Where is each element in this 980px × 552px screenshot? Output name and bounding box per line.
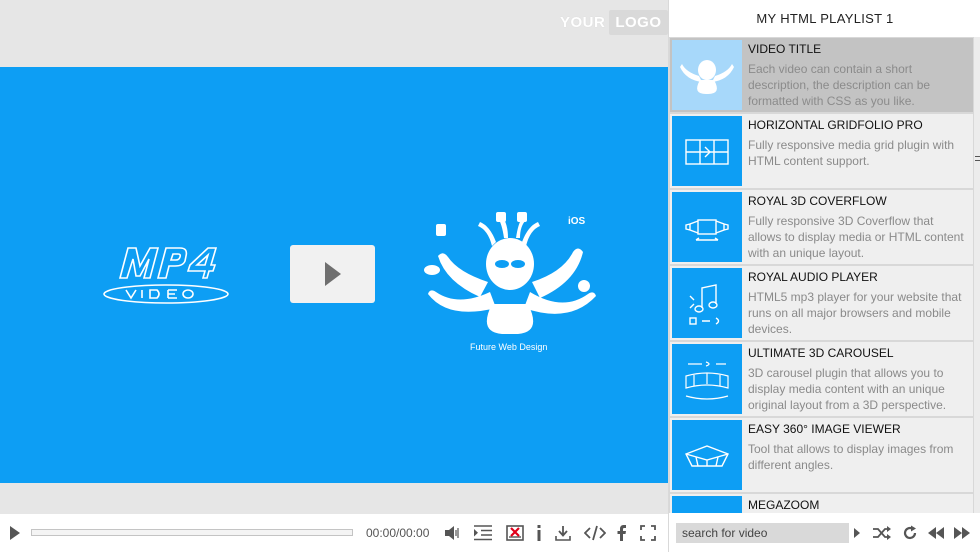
speaker-icon	[445, 526, 459, 540]
playlist-item-title: ROYAL AUDIO PLAYER	[748, 270, 878, 284]
shuffle-button[interactable]	[871, 523, 893, 543]
playlist-toolbar	[669, 514, 980, 552]
svg-text:iOS: iOS	[568, 216, 586, 227]
previous-button[interactable]	[925, 523, 947, 543]
subtitles-button[interactable]	[505, 524, 525, 542]
grid-thumbnail-icon	[685, 139, 729, 165]
playlist-item-description: HTML5 mp3 player for your website that r…	[748, 290, 962, 336]
360-viewer-thumbnail-icon	[685, 445, 729, 467]
logo-tagline: Future Web Design	[470, 342, 548, 352]
playlist-scrollbar[interactable]	[974, 37, 980, 513]
playlist-item-description: Tool that allows to display images from …	[748, 442, 954, 472]
code-icon	[584, 525, 606, 541]
playlist-item[interactable]: EASY 360° IMAGE VIEWER Tool that allows …	[670, 418, 973, 492]
playlist-item-title: HORIZONTAL GRIDFOLIO PRO	[748, 118, 923, 132]
playlist-thumbnail	[672, 116, 742, 186]
playlist-item[interactable]: ROYAL 3D COVERFLOW Fully responsive 3D C…	[670, 190, 973, 264]
search-input[interactable]	[676, 523, 849, 543]
playlist-item-title: ULTIMATE 3D CAROUSEL	[748, 346, 894, 360]
carousel-thumbnail-icon	[685, 361, 729, 400]
playlist-items: VIDEO TITLE Each video can contain a sho…	[669, 37, 980, 513]
playlist-item-title: ROYAL 3D COVERFLOW	[748, 194, 887, 208]
shuffle-icon	[873, 526, 891, 540]
video-poster[interactable]: iOS Future Web Design	[0, 67, 668, 483]
video-player: YOUR LOGO iOS Future Web Design 00:00/00…	[0, 0, 980, 552]
playlist-item-description: Fully responsive media grid plugin with …	[748, 138, 955, 168]
playlist-item[interactable]: MEGAZOOM	[670, 494, 973, 513]
playlist-thumbnail	[672, 40, 742, 110]
search-submit-button[interactable]	[852, 526, 862, 540]
playlist-item-title: VIDEO TITLE	[748, 42, 822, 56]
fullscreen-icon	[640, 525, 656, 541]
playlist-item-title: EASY 360° IMAGE VIEWER	[748, 422, 901, 436]
fast-forward-icon	[954, 527, 970, 539]
playlist-thumbnail	[672, 496, 742, 513]
time-display: 00:00/00:00	[366, 526, 430, 540]
logo-text-logo: LOGO	[609, 9, 668, 35]
progress-scrubber[interactable]	[31, 529, 353, 536]
playlist-thumbnail	[672, 420, 742, 490]
playlist-item-title: MEGAZOOM	[748, 498, 820, 512]
playlist-item-description: 3D carousel plugin that allows you to di…	[748, 366, 947, 412]
download-button[interactable]	[553, 523, 573, 543]
play-button[interactable]	[6, 524, 24, 542]
fullscreen-button[interactable]	[638, 523, 658, 543]
scrollbar-handle[interactable]	[975, 153, 980, 165]
arrow-right-icon	[854, 528, 860, 538]
playlist-item[interactable]: VIDEO TITLE Each video can contain a sho…	[670, 38, 973, 112]
coverflow-thumbnail-icon	[685, 219, 729, 241]
next-button[interactable]	[951, 523, 973, 543]
logo-text-your: YOUR	[560, 13, 606, 31]
playlist-item[interactable]: HORIZONTAL GRIDFOLIO PRO Fully responsiv…	[670, 114, 973, 188]
playlist-thumbnail	[672, 192, 742, 262]
video-stage: YOUR LOGO iOS Future Web Design	[0, 0, 668, 514]
play-icon	[10, 526, 20, 540]
repeat-icon	[903, 525, 917, 540]
rewind-icon	[928, 527, 944, 539]
playlist-panel: MY HTML PLAYLIST 1 VIDEO TITLE Each vide…	[668, 0, 980, 552]
control-bar: 00:00/00:00	[0, 514, 668, 552]
playlist-toggle-button[interactable]	[472, 523, 494, 543]
subtitles-off-icon	[506, 525, 524, 541]
playlist-item[interactable]: ULTIMATE 3D CAROUSEL 3D carousel plugin …	[670, 342, 973, 416]
playlist-icon	[474, 525, 492, 541]
playlist-thumbnail	[672, 344, 742, 414]
playlist-item-description: Fully responsive 3D Coverflow that allow…	[748, 214, 964, 260]
facebook-icon	[617, 525, 626, 541]
playlist-item[interactable]: ROYAL AUDIO PLAYER HTML5 mp3 player for …	[670, 266, 973, 340]
big-play-button[interactable]	[290, 245, 375, 303]
download-icon	[555, 526, 571, 541]
playlist-thumbnail	[672, 268, 742, 338]
octopus-thumbnail-icon	[680, 60, 734, 94]
embed-button[interactable]	[583, 523, 607, 543]
play-icon	[324, 262, 341, 286]
brand-logo: YOUR LOGO	[560, 8, 668, 36]
repeat-button[interactable]	[900, 523, 920, 543]
info-button[interactable]	[532, 523, 546, 543]
mp4-video-logo	[103, 247, 229, 304]
volume-button[interactable]	[443, 523, 463, 543]
music-note-thumbnail-icon	[689, 284, 720, 325]
facebook-share-button[interactable]	[614, 523, 628, 543]
octopus-logo-icon: iOS	[424, 212, 596, 334]
playlist-title: MY HTML PLAYLIST 1	[756, 11, 894, 26]
info-icon	[537, 525, 541, 541]
playlist-item-description: Each video can contain a short descripti…	[748, 62, 931, 108]
